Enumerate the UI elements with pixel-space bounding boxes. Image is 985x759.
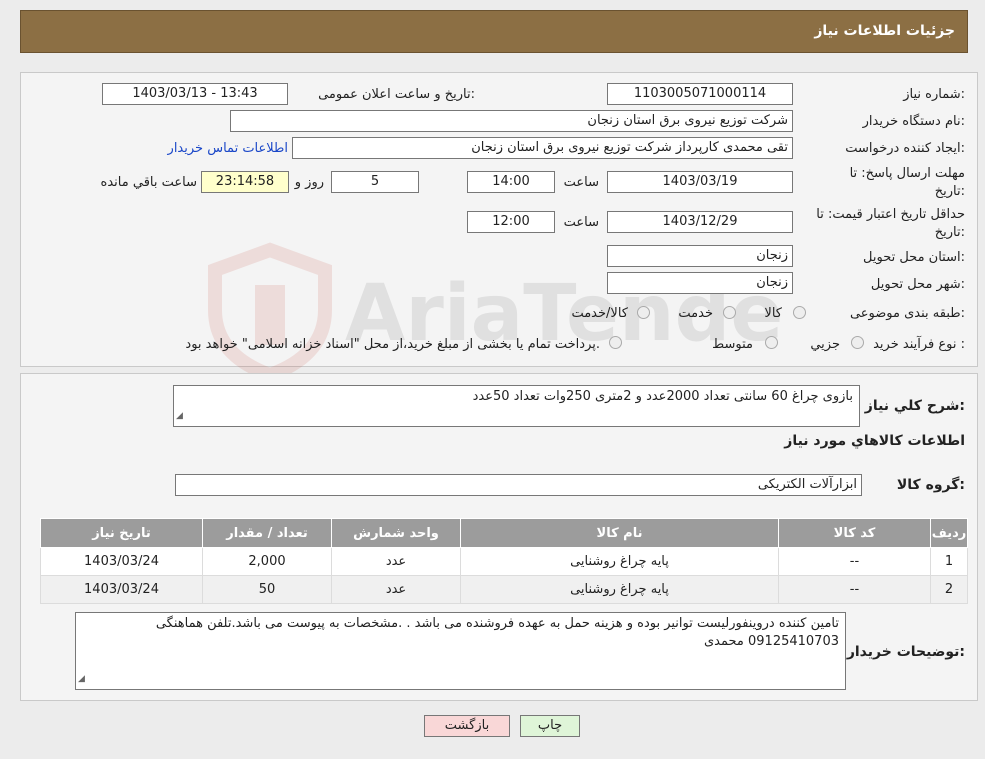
buyer-contact-link[interactable]: اطلاعات تماس خریدار	[168, 141, 288, 156]
category-goods-service-label: کالا/خدمت	[571, 306, 628, 321]
cell-quantity: 50	[202, 575, 332, 604]
remaining-label: ساعت باقي مانده	[100, 175, 197, 190]
validity-date-field: 1403/12/29	[607, 211, 793, 233]
cell-goods-name: پایه چراغ روشنایی	[460, 547, 779, 576]
cell-goods-code: --	[778, 575, 931, 604]
process-note: پرداخت تمام یا بخشی از مبلغ خرید،از محل …	[185, 337, 600, 352]
deadline-label-date: تاریخ:	[934, 184, 965, 199]
remaining-time-field: 23:14:58	[201, 171, 289, 193]
page-title: جزئیات اطلاعات نیاز	[814, 23, 955, 39]
category-goods-radio[interactable]	[793, 306, 806, 319]
validity-label-date: تاریخ:	[934, 225, 965, 240]
resize-handle-icon[interactable]: ◢	[78, 670, 85, 688]
announce-datetime-field: 1403/03/13 - 13:43	[102, 83, 288, 105]
validity-time-field: 12:00	[467, 211, 555, 233]
back-button[interactable]: بازگشت	[424, 715, 510, 737]
col-unit: واحد شمارش	[331, 518, 461, 548]
cell-row-number: 2	[930, 575, 968, 604]
city-field: زنجان	[607, 272, 793, 294]
buyer-notes-text: تامین کننده دروینفورلیست توانیر بوده و ه…	[155, 616, 839, 649]
cell-unit: عدد	[331, 547, 461, 576]
city-label: شهر محل تحویل:	[870, 277, 965, 292]
days-remaining-field: 5	[331, 171, 419, 193]
cell-goods-name: پایه چراغ روشنایی	[460, 575, 779, 604]
summary-label: شرح كلي نياز:	[864, 398, 965, 414]
summary-text: بازوی چراغ 60 سانتی تعداد 2000عدد و 2متر…	[472, 389, 853, 404]
goods-group-label: گروه كالا:	[896, 477, 965, 493]
table-header-row: رديف كد كالا نام كالا واحد شمارش تعداد /…	[40, 518, 968, 548]
col-need-date: تاريخ نياز	[40, 518, 203, 548]
validity-time-label: ساعت	[563, 215, 599, 230]
category-goods-service-radio[interactable]	[637, 306, 650, 319]
col-goods-code: كد كالا	[778, 518, 931, 548]
cell-need-date: 1403/03/24	[40, 575, 203, 604]
page-header: جزئیات اطلاعات نیاز	[20, 10, 968, 53]
cell-quantity: 2,000	[202, 547, 332, 576]
request-creator-field: تقی محمدی کارپرداز شرکت توزیع نیروی برق …	[292, 137, 793, 159]
buyer-org-label: نام دستگاه خریدار:	[862, 114, 965, 129]
buyer-org-field: شرکت توزیع نیروی برق استان زنجان	[230, 110, 793, 132]
category-label: طبقه بندی موضوعی:	[849, 306, 965, 321]
cell-row-number: 1	[930, 547, 968, 576]
cell-unit: عدد	[331, 575, 461, 604]
col-quantity: تعداد / مقدار	[202, 518, 332, 548]
resize-handle-icon[interactable]: ◢	[176, 407, 183, 425]
cell-need-date: 1403/03/24	[40, 547, 203, 576]
process-medium-radio[interactable]	[765, 336, 778, 349]
col-goods-name: نام كالا	[460, 518, 779, 548]
deadline-date-field: 1403/03/19	[607, 171, 793, 193]
deadline-time-label: ساعت	[563, 175, 599, 190]
deadline-label: مهلت ارسال پاسخ: تا	[849, 166, 965, 181]
province-field: زنجان	[607, 245, 793, 267]
category-service-label: خدمت	[678, 306, 713, 321]
goods-table: رديف كد كالا نام كالا واحد شمارش تعداد /…	[40, 518, 968, 604]
process-minor-label: جزيي	[810, 337, 840, 352]
announce-label: تاریخ و ساعت اعلان عمومی:	[318, 87, 475, 102]
deadline-time-field: 14:00	[467, 171, 555, 193]
buyer-notes-label: توضیحات خریدار:	[846, 644, 965, 660]
table-row: 1 -- پایه چراغ روشنایی عدد 2,000 1403/03…	[40, 547, 968, 576]
treasury-docs-checkbox[interactable]	[609, 336, 622, 349]
category-goods-label: کالا	[764, 306, 782, 321]
table-row: 2 -- پایه چراغ روشنایی عدد 50 1403/03/24	[40, 575, 968, 604]
process-minor-radio[interactable]	[851, 336, 864, 349]
need-number-label: شماره نیاز:	[903, 87, 965, 102]
days-label: روز و	[294, 175, 324, 190]
col-row-number: رديف	[930, 518, 968, 548]
validity-label: حداقل تاریخ اعتبار قیمت: تا	[816, 207, 965, 222]
need-number-field: 1103005071000114	[607, 83, 793, 105]
province-label: استان محل تحویل:	[863, 250, 965, 265]
category-service-radio[interactable]	[723, 306, 736, 319]
summary-textarea[interactable]: بازوی چراغ 60 سانتی تعداد 2000عدد و 2متر…	[173, 385, 860, 427]
request-creator-label: ایجاد کننده درخواست:	[845, 141, 965, 156]
goods-group-field: ابزارآلات الکتریکی	[175, 474, 862, 496]
print-button[interactable]: چاپ	[520, 715, 580, 737]
process-medium-label: متوسط	[712, 337, 753, 352]
process-type-label: نوع فرآیند خرید :	[873, 337, 965, 352]
goods-info-title: اطلاعات كالاهاي مورد نياز	[784, 433, 965, 449]
buyer-notes-textarea[interactable]: تامین کننده دروینفورلیست توانیر بوده و ه…	[75, 612, 846, 690]
cell-goods-code: --	[778, 547, 931, 576]
